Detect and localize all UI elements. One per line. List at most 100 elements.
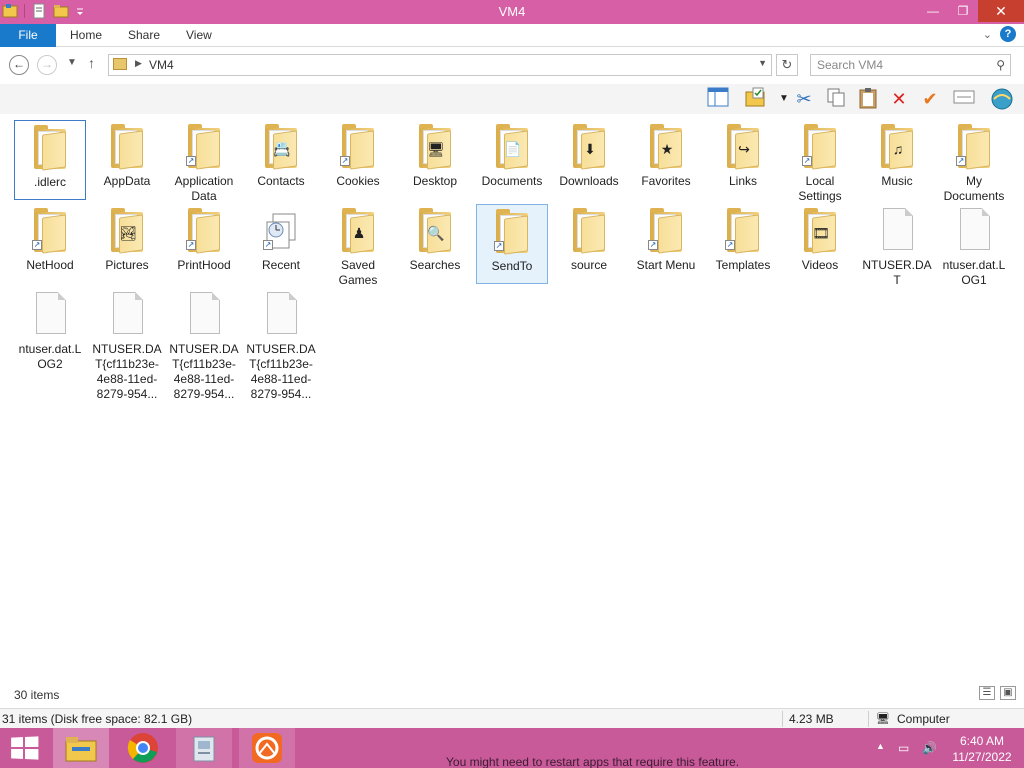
- file-list[interactable]: .idlerc AppData ↗ Application Data 📇 Contacts…: [0, 116, 1024, 686]
- tab-share[interactable]: Share: [128, 28, 160, 42]
- minimize-button[interactable]: —: [918, 0, 948, 22]
- address-dropdown-icon[interactable]: ▼: [758, 58, 767, 68]
- file-item[interactable]: 🖥 Desktop: [399, 120, 471, 200]
- select-folder-icon[interactable]: [744, 87, 768, 111]
- chrome-taskbar-button[interactable]: [115, 728, 171, 768]
- file-item[interactable]: 📄 Documents: [476, 120, 548, 200]
- location-label: Computer: [897, 712, 950, 726]
- file-name: Local Settings: [798, 174, 842, 203]
- large-icons-view-icon[interactable]: ▣: [1000, 686, 1016, 700]
- forward-button[interactable]: →: [37, 55, 57, 75]
- file-item[interactable]: ↗ Recent: [245, 204, 317, 284]
- folder-icon: ↗: [725, 208, 761, 254]
- breadcrumb-arrow-icon[interactable]: ▶: [135, 58, 142, 69]
- file-name: AppData: [103, 174, 151, 188]
- folder-front: [119, 130, 143, 170]
- rename-icon[interactable]: [952, 87, 976, 111]
- file-item[interactable]: NTUSER.DAT{cf11b23e-4e88-11ed-8279-954..…: [91, 288, 163, 401]
- pictures-icon: 🏞: [119, 225, 137, 241]
- file-item[interactable]: NTUSER.DAT{cf11b23e-4e88-11ed-8279-954..…: [245, 288, 317, 401]
- start-icon[interactable]: [11, 736, 39, 760]
- searches-icon: 🔍: [427, 225, 445, 241]
- file-item[interactable]: ↗ Templates: [707, 204, 779, 284]
- network-icon[interactable]: ▭: [898, 741, 909, 755]
- window-controls: — ❐ ✕: [918, 0, 1024, 22]
- cut-icon[interactable]: ✂: [792, 87, 816, 111]
- refresh-button[interactable]: ↻: [776, 54, 798, 76]
- status-bar: 31 items (Disk free space: 82.1 GB) 4.23…: [0, 708, 1024, 728]
- file-item[interactable]: ↗ NetHood: [14, 204, 86, 284]
- file-item[interactable]: ntuser.dat.LOG2: [14, 288, 86, 371]
- file-item[interactable]: ★ Favorites: [630, 120, 702, 200]
- file-item[interactable]: NTUSER.DAT{cf11b23e-4e88-11ed-8279-954..…: [168, 288, 240, 401]
- address-bar[interactable]: ▶ VM4 ▼: [108, 54, 772, 76]
- desktop-icon: 🖥: [427, 141, 445, 157]
- file-name: Application Data: [174, 174, 234, 203]
- help-icon[interactable]: ?: [1000, 26, 1016, 42]
- file-icon: [263, 292, 299, 336]
- file-item[interactable]: ♫ Music: [861, 120, 933, 200]
- document-page: [960, 208, 990, 250]
- file-item[interactable]: ↪ Links: [707, 120, 779, 200]
- favorites-icon: ★: [660, 141, 674, 157]
- search-input[interactable]: [817, 57, 987, 73]
- shortcut-arrow-icon: ↗: [494, 241, 504, 251]
- checkmark-icon[interactable]: ✔: [918, 87, 942, 111]
- back-button[interactable]: ←: [9, 55, 29, 75]
- file-name: My Documents: [943, 174, 1005, 203]
- shortcut-arrow-icon: ↗: [802, 156, 812, 166]
- file-item[interactable]: 🏞 Pictures: [91, 204, 163, 284]
- file-item[interactable]: ⬇ Downloads: [553, 120, 625, 200]
- file-item[interactable]: AppData: [91, 120, 163, 200]
- file-item[interactable]: ntuser.dat.LOG1: [938, 204, 1010, 287]
- orange-app-taskbar-button[interactable]: [239, 728, 295, 768]
- close-button[interactable]: ✕: [978, 0, 1024, 22]
- file-item[interactable]: 🎞 Videos: [784, 204, 856, 284]
- file-item[interactable]: ♟ Saved Games: [322, 204, 394, 287]
- chrome-icon: [127, 733, 158, 763]
- folder-front: [42, 131, 66, 171]
- folder-icon: ↗: [494, 209, 530, 255]
- file-explorer-taskbar-button[interactable]: [53, 728, 109, 768]
- downloads-icon: ⬇: [584, 141, 596, 157]
- file-item[interactable]: NTUSER.DAT: [861, 204, 933, 287]
- folder-icon: ★: [648, 124, 684, 170]
- file-item[interactable]: source: [553, 204, 625, 284]
- clock[interactable]: 6:40 AM 11/27/2022: [950, 733, 1014, 765]
- file-item[interactable]: 🔍 Searches: [399, 204, 471, 284]
- file-item[interactable]: 📇 Contacts: [245, 120, 317, 200]
- folder-front: [581, 214, 605, 254]
- recent-locations-icon[interactable]: ▼: [67, 57, 77, 68]
- maximize-button[interactable]: ❐: [948, 0, 978, 22]
- tab-view[interactable]: View: [186, 28, 212, 42]
- preview-pane-icon[interactable]: [706, 87, 730, 111]
- paste-icon[interactable]: [856, 87, 880, 111]
- show-hidden-icons-icon[interactable]: ▲: [876, 741, 885, 751]
- search-icon[interactable]: ⚲: [996, 58, 1005, 72]
- folder-front: [812, 130, 836, 170]
- file-item[interactable]: ↗ PrintHood: [168, 204, 240, 284]
- copy-icon[interactable]: [824, 87, 848, 111]
- network-globe-icon[interactable]: [990, 87, 1014, 111]
- folder-icon: ↗: [648, 208, 684, 254]
- file-item[interactable]: .idlerc: [14, 120, 86, 200]
- file-icon: [186, 292, 222, 336]
- up-button[interactable]: ↑: [88, 55, 95, 71]
- file-item[interactable]: ↗ My Documents: [938, 120, 1010, 203]
- search-box[interactable]: ⚲: [810, 54, 1011, 76]
- tab-home[interactable]: Home: [70, 28, 102, 42]
- folder-front: [966, 130, 990, 170]
- file-item[interactable]: ↗ Local Settings: [784, 120, 856, 203]
- breadcrumb[interactable]: VM4: [149, 58, 174, 72]
- expand-ribbon-icon[interactable]: ⌄: [983, 28, 992, 41]
- item-count: 30 items: [14, 688, 60, 702]
- tab-file[interactable]: File: [0, 24, 56, 47]
- app-taskbar-button[interactable]: [176, 728, 232, 768]
- details-view-icon[interactable]: ☰: [979, 686, 995, 700]
- volume-icon[interactable]: 🔊: [922, 741, 937, 755]
- file-item[interactable]: ↗ SendTo: [476, 204, 548, 284]
- delete-icon[interactable]: ✕: [887, 87, 911, 111]
- file-item[interactable]: ↗ Cookies: [322, 120, 394, 200]
- file-item[interactable]: ↗ Start Menu: [630, 204, 702, 284]
- file-item[interactable]: ↗ Application Data: [168, 120, 240, 203]
